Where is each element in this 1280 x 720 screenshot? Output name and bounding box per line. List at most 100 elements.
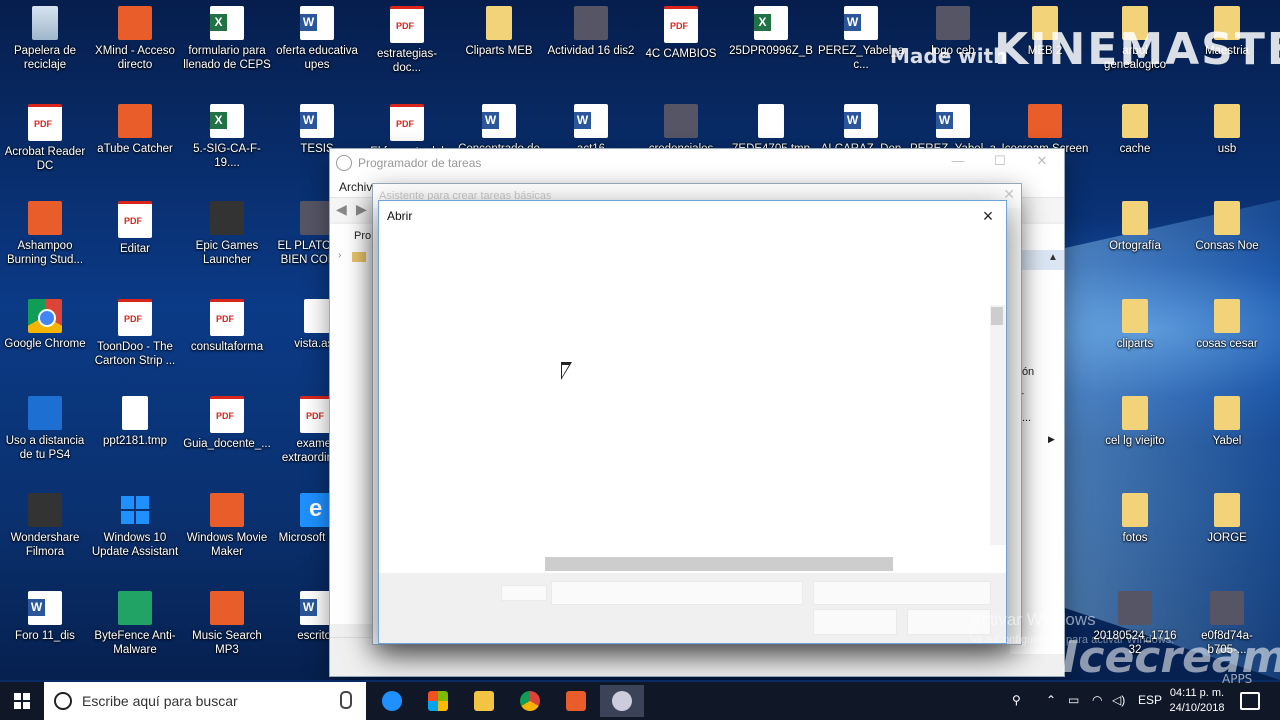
desktop-icon[interactable]: ByteFence Anti-Malware [91, 591, 179, 657]
clock[interactable]: 04:11 p. m. 24/10/2018 [1162, 686, 1232, 716]
forward-arrow-icon[interactable]: ▶ [356, 201, 367, 218]
desktop-icon[interactable]: Foro 11_dis [1, 591, 89, 643]
desktop-icon-label: estrategias-doc... [376, 48, 438, 74]
pdf-icon [390, 6, 424, 43]
expand-arrow-icon[interactable]: › [338, 250, 341, 261]
taskbar-scheduler[interactable] [600, 685, 644, 717]
desktop-icon-label: formulario para llenado de CEPS [183, 45, 271, 71]
made-with-watermark: Made with [890, 44, 1008, 68]
collapse-arrow-icon[interactable]: ▲ [1048, 252, 1058, 263]
desktop-icon[interactable]: formulario para llenado de CEPS [183, 6, 271, 72]
microphone-icon[interactable] [340, 691, 352, 709]
desktop-icon[interactable]: Uso a distancia de tu PS4 [1, 396, 89, 462]
desktop-icon[interactable]: Guia_docente_... [183, 396, 271, 451]
desktop-icon[interactable]: estrategias-doc... [363, 6, 451, 75]
taskbar-explorer[interactable] [462, 685, 506, 717]
desktop-icon-label: Epic Games Launcher [195, 240, 259, 266]
folder-icon [1214, 493, 1240, 527]
start-button[interactable] [0, 682, 44, 720]
filename-label [501, 585, 547, 601]
desktop-icon[interactable]: 25DPR0996Z_B [727, 6, 815, 58]
app-icon [1028, 104, 1062, 138]
desktop-icon[interactable]: Wondershare Filmora [1, 493, 89, 559]
taskbar-edge[interactable] [370, 685, 414, 717]
folder-icon [1122, 201, 1148, 235]
desktop-icon[interactable]: ToonDoo - The Cartoon Strip ... [91, 299, 179, 368]
desktop-icon[interactable]: fotos [1091, 493, 1179, 545]
language-indicator[interactable]: ESP [1138, 693, 1162, 707]
pdf-icon [664, 6, 698, 43]
desktop-icon[interactable]: Music Search MP3 [183, 591, 271, 657]
desktop-icon[interactable]: JORGE [1183, 493, 1271, 545]
desktop-icon[interactable]: Papelera de reciclaje [1, 6, 89, 72]
desktop-icon[interactable]: Windows 10 Update Assistant [91, 493, 179, 559]
desktop-icon[interactable]: oferta educativa upes [273, 6, 361, 72]
desktop-icon-label: cel lg viejito [1105, 435, 1165, 447]
desktop-icon[interactable]: Consas Noe [1183, 201, 1271, 253]
desktop-icon[interactable]: cel lg viejito [1091, 396, 1179, 448]
battery-icon[interactable]: ▭ [1068, 693, 1079, 707]
desktop-icon[interactable]: aTube Catcher [91, 104, 179, 156]
desktop-icon-label: cache [1119, 143, 1151, 155]
desktop-icon[interactable]: Actividad 16 dis2 [547, 6, 635, 58]
open-button[interactable] [813, 609, 897, 635]
notification-icon[interactable] [1240, 692, 1260, 710]
filename-input[interactable] [551, 581, 803, 605]
word-icon [28, 591, 62, 625]
desktop-icon[interactable]: cache [1091, 104, 1179, 156]
desktop: Papelera de reciclaje XMind - Acceso dire… [0, 0, 1280, 680]
scheduler-title: Programador de tareas [358, 156, 482, 170]
app-icon [118, 6, 152, 40]
desktop-icon[interactable]: ppt2181.tmp [91, 396, 179, 448]
folder-icon [352, 252, 366, 262]
excel-icon [210, 104, 244, 138]
maximize-button[interactable]: ☐ [978, 153, 1022, 169]
submenu-arrow-icon[interactable]: ▶ [1048, 434, 1055, 445]
vscroll-thumb[interactable] [991, 307, 1003, 325]
desktop-icon[interactable]: Epic Games Launcher [183, 201, 271, 267]
taskbar-icecream[interactable] [554, 685, 598, 717]
store-icon [428, 691, 448, 711]
desktop-icon-label: cosas cesar [1196, 338, 1258, 350]
desktop-icon[interactable]: usb [1183, 104, 1271, 156]
desktop-icon[interactable]: 4C CAMBIOS [637, 6, 725, 61]
ie-icon [300, 493, 334, 527]
pdf-icon [118, 299, 152, 336]
desktop-icon-label: consultaforma [190, 341, 264, 353]
folder-icon [1214, 104, 1240, 138]
volume-icon[interactable]: ◁) [1112, 693, 1125, 707]
desktop-icon[interactable]: Yabel [1183, 396, 1271, 448]
hscroll-thumb[interactable] [545, 557, 893, 571]
folder-icon [1122, 493, 1148, 527]
desktop-icon[interactable]: Ashampoo Burning Stud... [1, 201, 89, 267]
desktop-icon[interactable]: Google Chrome [1, 299, 89, 351]
pdf-icon [28, 104, 62, 141]
desktop-icon[interactable]: Acrobat Reader DC [1, 104, 89, 173]
show-hidden-icons-icon[interactable]: ⌃ [1046, 693, 1056, 707]
back-arrow-icon[interactable]: ◀ [336, 201, 347, 218]
people-icon[interactable]: ⚲ [1012, 693, 1021, 707]
close-button[interactable]: ✕ [1020, 153, 1064, 169]
desktop-icon[interactable]: consultaforma [183, 299, 271, 354]
desktop-icon[interactable]: Cliparts MEB [455, 6, 543, 58]
taskbar-store[interactable] [416, 685, 460, 717]
search-box[interactable]: Escribe aquí para buscar [44, 682, 366, 720]
tree-item-root[interactable]: Pro [354, 230, 371, 242]
file-list-vscroll[interactable] [990, 305, 1006, 545]
taskbar-chrome[interactable] [508, 685, 552, 717]
desktop-icon-label: JORGE [1207, 532, 1247, 544]
desktop-icon[interactable]: 5.-SIG-CA-F-19.... [183, 104, 271, 170]
cortana-icon [54, 692, 72, 710]
desktop-icon[interactable]: Editar [91, 201, 179, 256]
desktop-icon[interactable]: XMind - Acceso directo [91, 6, 179, 72]
open-dialog-titlebar[interactable]: Abrir × [379, 201, 1006, 231]
desktop-icon[interactable]: cliparts [1091, 299, 1179, 351]
desktop-icon[interactable]: Ortografía [1091, 201, 1179, 253]
search-placeholder: Escribe aquí para buscar [82, 693, 238, 709]
filetype-select[interactable] [813, 581, 991, 605]
desktop-icon[interactable]: cosas cesar [1183, 299, 1271, 351]
desktop-icon[interactable]: Windows Movie Maker [183, 493, 271, 559]
wifi-icon[interactable]: ◠ [1092, 693, 1102, 707]
minimize-button[interactable]: — [936, 153, 980, 168]
open-dialog-close-button[interactable]: × [974, 203, 1002, 229]
